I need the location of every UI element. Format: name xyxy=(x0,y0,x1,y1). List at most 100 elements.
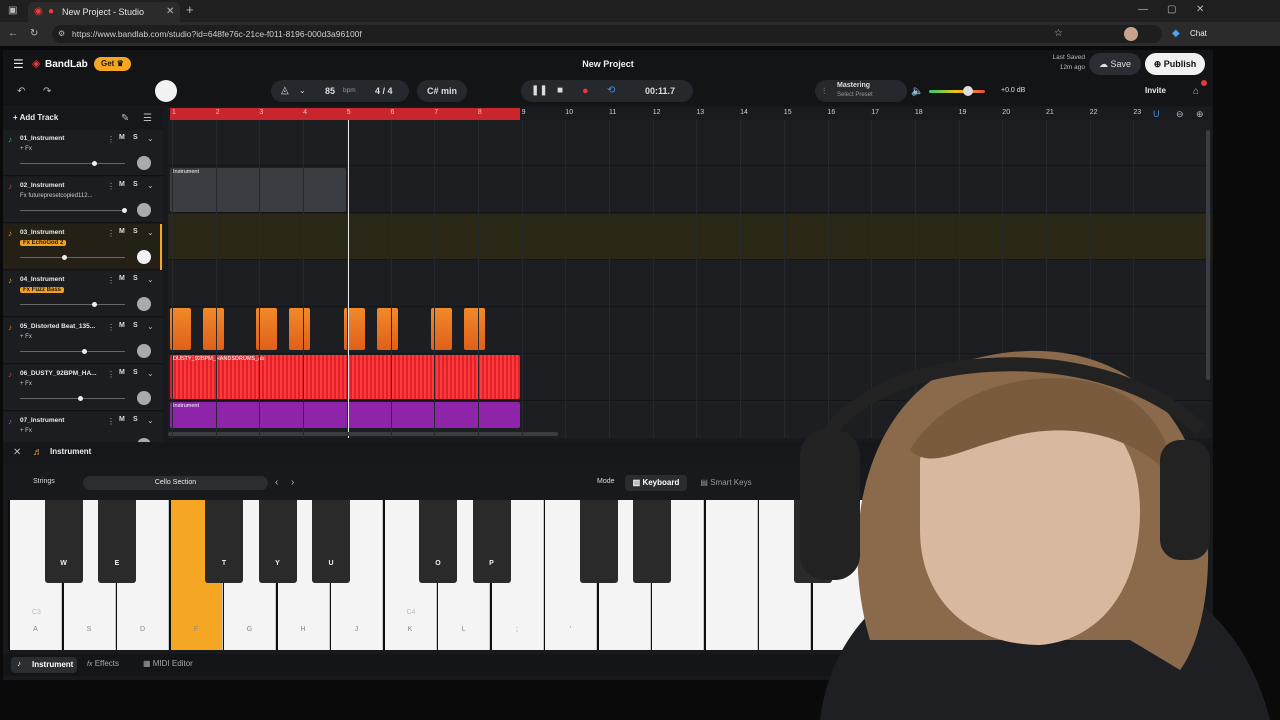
horizontal-scrollbar[interactable] xyxy=(168,432,558,436)
solo-button[interactable]: S xyxy=(133,369,138,376)
mute-button[interactable]: M xyxy=(119,228,125,235)
audio-clip[interactable] xyxy=(464,308,485,350)
prev-preset-icon[interactable]: ‹ xyxy=(275,477,278,489)
zoom-out-icon[interactable]: ⊖ xyxy=(1176,108,1184,120)
track-row[interactable]: ♪ 04_Instrument ⋮ M S ⌄ Fx Fuzz Bass xyxy=(3,271,163,317)
url-input[interactable]: ⚙ https://www.bandlab.com/studio?id=648f… xyxy=(52,25,1162,43)
maximize-icon[interactable]: ▢ xyxy=(1167,4,1176,16)
solo-button[interactable]: S xyxy=(133,416,138,423)
track-menu-icon[interactable]: ⋮ xyxy=(107,369,115,381)
pause-icon[interactable]: ❚❚ xyxy=(531,80,548,102)
track-row[interactable]: ♪ 02_Instrument ⋮ M S ⌄ Fx futurepresetcopied1… xyxy=(3,177,163,223)
mute-button[interactable]: M xyxy=(119,181,125,188)
tab-midi-editor[interactable]: ▦ MIDI Editor xyxy=(143,659,193,668)
audio-clip[interactable] xyxy=(377,308,398,350)
track-fx[interactable]: + Fx xyxy=(20,334,32,340)
piano-keyboard[interactable]: A S D F G H J K L; ' C3 C4 W E T Y U O P xyxy=(8,500,865,650)
tab-effects[interactable]: fx Effects xyxy=(87,659,119,668)
track-name[interactable]: 01_Instrument xyxy=(20,135,104,142)
track-fx[interactable]: + Fx xyxy=(20,381,32,387)
midi-clip[interactable]: Instrument xyxy=(170,168,346,212)
solo-button[interactable]: S xyxy=(133,134,138,141)
pan-knob[interactable] xyxy=(137,156,151,170)
black-key[interactable] xyxy=(579,500,618,583)
volume-knob[interactable] xyxy=(62,255,67,260)
track-menu-icon[interactable]: ⋮ xyxy=(107,275,115,287)
track-fx[interactable]: Fx EchoGod 2 xyxy=(20,240,67,246)
track-fx[interactable]: Fx Fuzz Bass xyxy=(20,287,65,293)
audio-clip[interactable] xyxy=(289,308,310,350)
track-volume-slider[interactable] xyxy=(20,255,125,260)
track-fx[interactable]: + Fx xyxy=(20,146,32,152)
loop-icon[interactable]: ⟲ xyxy=(607,80,615,102)
next-preset-icon[interactable]: › xyxy=(291,477,294,489)
publish-button[interactable]: ⊕ Publish xyxy=(1145,53,1205,75)
profile-avatar[interactable] xyxy=(1124,27,1138,41)
bpm-value[interactable]: 85 xyxy=(325,80,335,102)
get-membership-button[interactable]: Get ♛ xyxy=(94,57,131,71)
zoom-in-icon[interactable]: ⊕ xyxy=(1196,108,1204,120)
track-row[interactable]: ♪ 06_DUSTY_92BPM_HA... ⋮ M S ⌄ + Fx xyxy=(3,365,163,411)
black-key[interactable]: Y xyxy=(258,500,297,583)
minimize-icon[interactable]: — xyxy=(1138,4,1148,16)
track-name[interactable]: 06_DUSTY_92BPM_HA... xyxy=(20,370,104,377)
instrument-category[interactable]: Strings xyxy=(33,478,55,485)
mastering-button[interactable]: ⫶ Mastering Select Preset xyxy=(815,80,907,102)
close-tab-icon[interactable]: ✕ xyxy=(166,6,174,18)
key-selector[interactable]: C# min xyxy=(417,80,467,102)
metronome-icon[interactable]: ◬ xyxy=(281,80,289,102)
browser-tab[interactable]: ◉ ● New Project - Studio ✕ xyxy=(28,2,180,22)
layout-toggle-button[interactable] xyxy=(155,80,177,102)
pan-knob[interactable] xyxy=(137,203,151,217)
audio-clip[interactable] xyxy=(170,308,191,350)
chevron-down-icon[interactable]: ⌄ xyxy=(147,415,154,427)
timeline-ruler[interactable]: 1 2 3 4 5 6 7 8 9 10 11 12 13 14 15 16 17 18 19 20 21 22 23 xyxy=(168,108,1211,120)
white-key[interactable] xyxy=(705,500,758,650)
track-volume-slider[interactable] xyxy=(20,349,125,354)
audio-clip[interactable]: DUSTY_92BPM_HANDSDRUMS_ab xyxy=(170,355,520,399)
keyboard-mode-button[interactable]: ▥ Keyboard xyxy=(625,475,687,491)
speaker-icon[interactable]: 🔈 xyxy=(911,86,923,98)
chevron-down-icon[interactable]: ⌄ xyxy=(147,321,154,333)
volume-knob[interactable] xyxy=(122,208,127,213)
record-icon[interactable]: ● xyxy=(582,80,589,102)
invite-button[interactable]: Invite xyxy=(1145,86,1166,95)
pan-knob[interactable] xyxy=(137,391,151,405)
chevron-down-icon[interactable]: ⌄ xyxy=(299,80,306,102)
mute-button[interactable]: M xyxy=(119,416,125,423)
menu-icon[interactable]: ☰ xyxy=(13,58,24,70)
solo-button[interactable]: S xyxy=(133,181,138,188)
black-key[interactable]: T xyxy=(205,500,243,583)
track-menu-icon[interactable]: ⋮ xyxy=(107,416,115,428)
copilot-icon[interactable]: ◆ xyxy=(1172,28,1180,40)
reload-icon[interactable]: ↻ xyxy=(30,28,38,40)
black-key[interactable] xyxy=(633,500,671,583)
master-volume-slider[interactable] xyxy=(929,86,985,96)
track-lane[interactable] xyxy=(168,261,1211,307)
mute-button[interactable]: M xyxy=(119,134,125,141)
project-title[interactable]: New Project xyxy=(558,59,658,69)
chat-button[interactable]: Chat xyxy=(1190,28,1207,40)
midi-clip[interactable]: Instrument xyxy=(170,402,520,428)
site-info-icon[interactable]: ⚙ xyxy=(58,28,65,40)
volume-knob[interactable] xyxy=(82,349,87,354)
pan-knob[interactable] xyxy=(137,344,151,358)
track-volume-slider[interactable] xyxy=(20,161,125,166)
gift-icon[interactable]: ⌂ xyxy=(1193,86,1199,98)
bookmark-star-icon[interactable]: ☆ xyxy=(1054,28,1063,40)
chevron-down-icon[interactable]: ⌄ xyxy=(147,180,154,192)
redo-icon[interactable]: ↷ xyxy=(43,86,51,98)
close-panel-icon[interactable]: ✕ xyxy=(13,447,21,459)
volume-knob[interactable] xyxy=(92,302,97,307)
volume-thumb[interactable] xyxy=(963,86,973,96)
black-key[interactable]: U xyxy=(312,500,350,583)
audio-clip[interactable] xyxy=(203,308,224,350)
black-key[interactable]: P xyxy=(472,500,511,583)
mute-button[interactable]: M xyxy=(119,369,125,376)
sidebar-icon[interactable]: ▣ xyxy=(8,5,17,17)
tab-instrument[interactable]: ♪ Instrument xyxy=(11,657,77,673)
track-row[interactable]: ♪ 05_Distorted Beat_135... ⋮ M S ⌄ + Fx xyxy=(3,318,163,364)
track-menu-icon[interactable]: ⋮ xyxy=(107,134,115,146)
track-menu-icon[interactable]: ⋮ xyxy=(107,228,115,240)
magnet-icon[interactable]: U xyxy=(1153,108,1160,120)
